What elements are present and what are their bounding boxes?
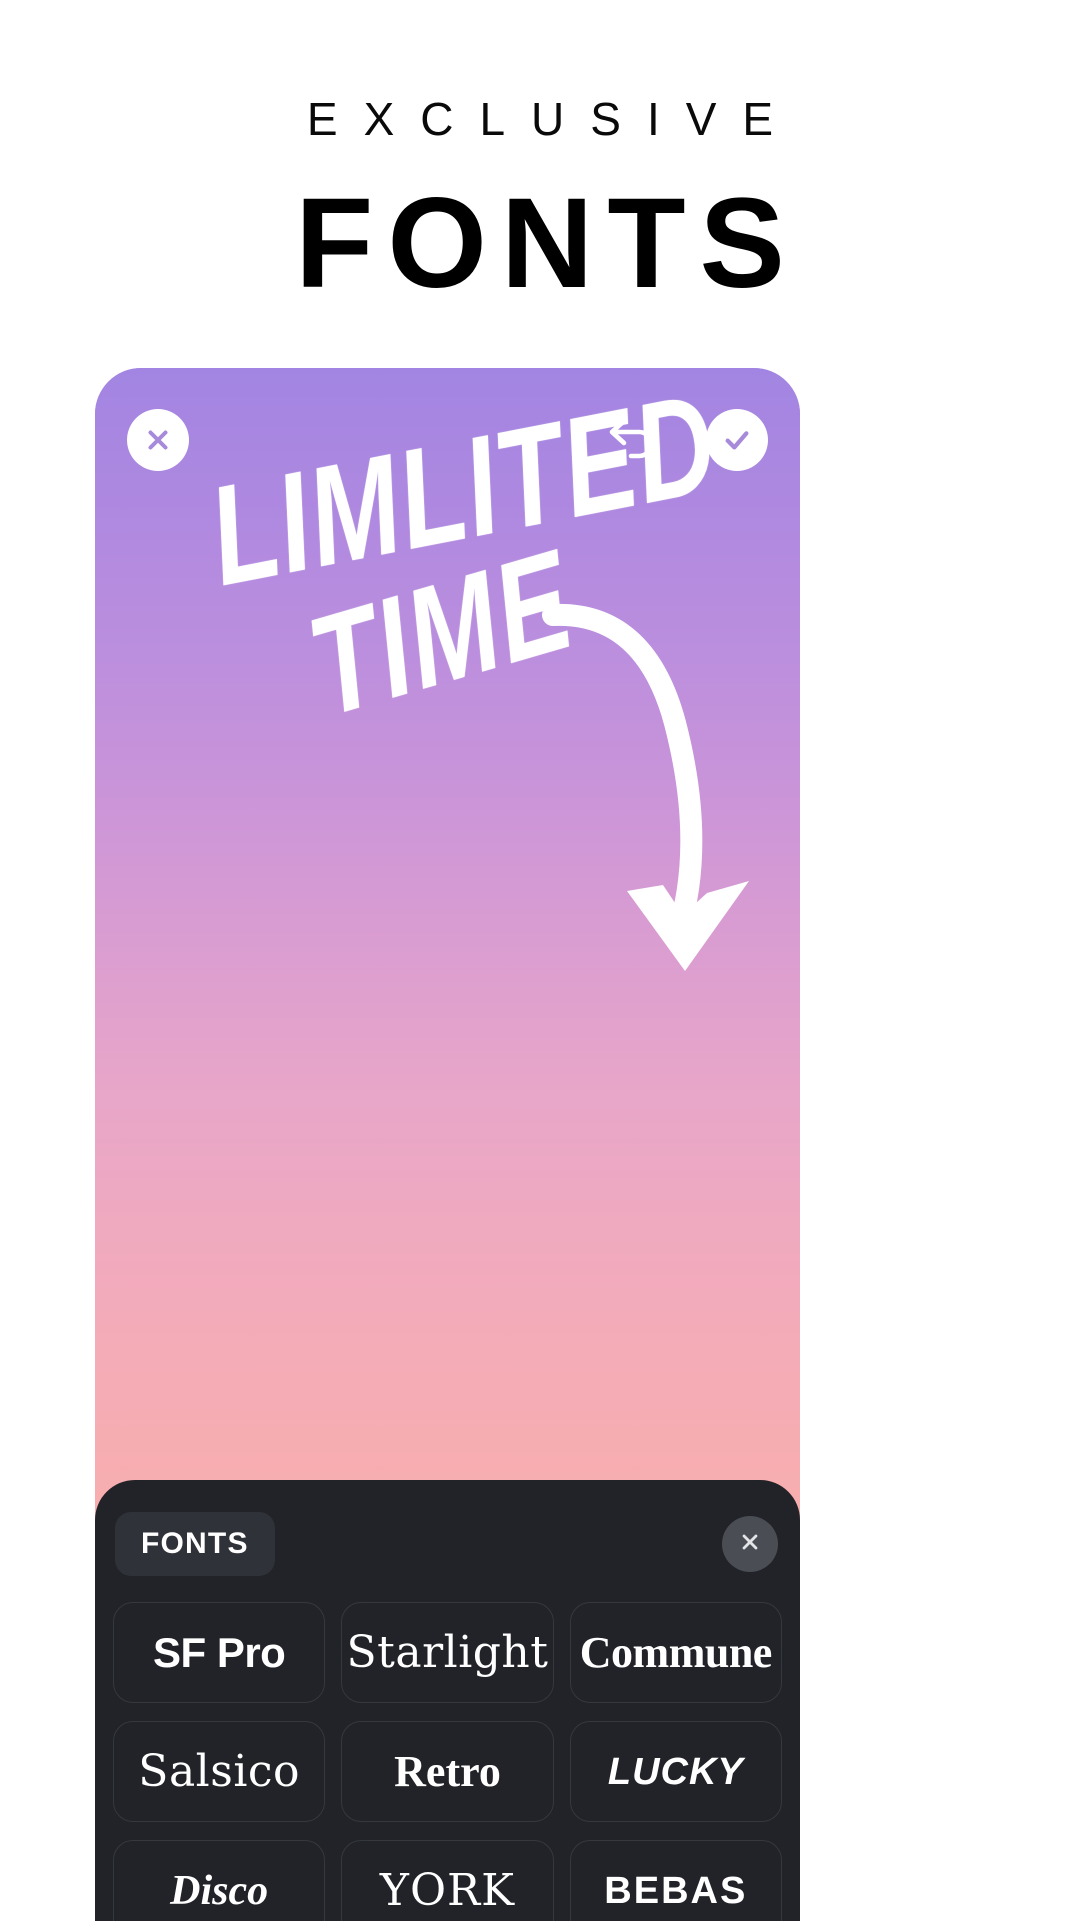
fonts-panel-close-button[interactable] [722, 1516, 778, 1572]
fonts-panel: FONTS SF Pro Starlight Commune Salsico R… [95, 1480, 800, 1921]
cancel-button[interactable] [127, 409, 189, 471]
headline-block: EXCLUSIVE FONTS [0, 0, 1080, 308]
font-option-label: LUCKY [607, 1750, 744, 1793]
close-icon [143, 425, 173, 455]
font-option-york[interactable]: YORK [341, 1840, 554, 1921]
font-option-label: BEBAS [604, 1869, 748, 1912]
font-option-bebas[interactable]: BEBAS [569, 1840, 782, 1921]
close-icon [737, 1529, 763, 1560]
font-option-label: Retro [394, 1746, 501, 1796]
font-option-label: Disco [170, 1867, 269, 1914]
font-option-disco[interactable]: Disco [113, 1840, 326, 1921]
font-option-label: Salsico [138, 1745, 301, 1797]
font-option-label: Commune [579, 1627, 773, 1677]
font-option-commune[interactable]: Commune [569, 1602, 782, 1703]
fonts-panel-title: FONTS [115, 1512, 275, 1576]
promo-page: EXCLUSIVE FONTS LIMLITED TIME FONTS SF P… [0, 0, 1080, 1921]
font-option-starlight[interactable]: Starlight [341, 1602, 554, 1703]
font-option-sf-pro[interactable]: SF Pro [113, 1602, 326, 1703]
font-option-label: Starlight [346, 1626, 549, 1678]
font-option-retro[interactable]: Retro [341, 1721, 554, 1822]
font-options-grid: SF Pro Starlight Commune Salsico Retro L… [95, 1602, 800, 1921]
font-option-lucky[interactable]: LUCKY [569, 1721, 782, 1822]
font-option-label: SF Pro [152, 1628, 286, 1676]
editor-card: LIMLITED TIME FONTS SF Pro Starlight Com… [95, 368, 800, 1921]
eyebrow-text: EXCLUSIVE [306, 93, 800, 145]
fonts-panel-header: FONTS [95, 1508, 800, 1580]
page-title: FONTS [295, 172, 799, 315]
check-icon [721, 424, 753, 456]
font-option-salsico[interactable]: Salsico [113, 1721, 326, 1822]
font-option-label: YORK [379, 1864, 516, 1916]
